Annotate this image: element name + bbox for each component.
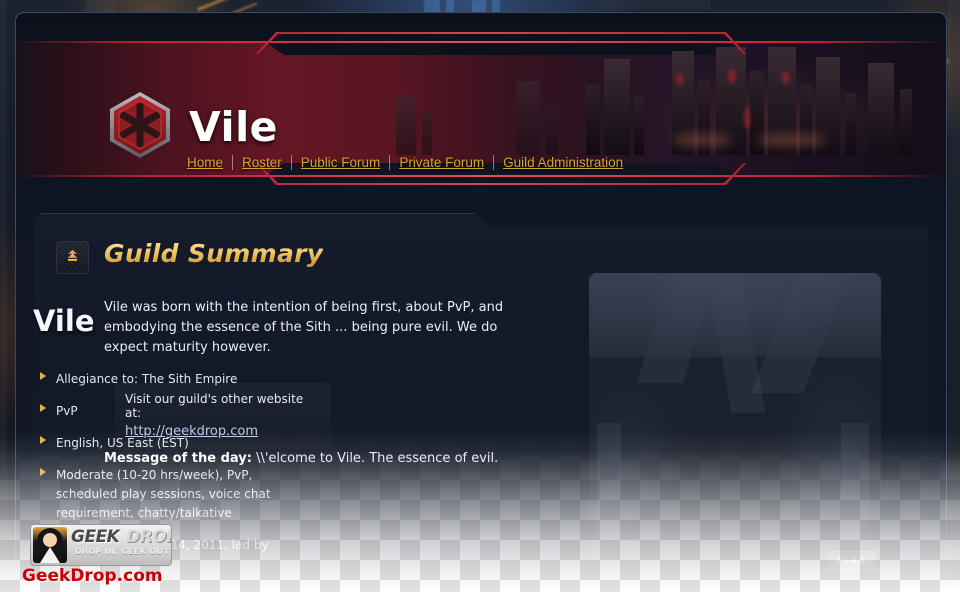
website-screenshot: Vile Home Roster Public Forum Private Fo… [0,0,960,592]
fact-text: PvP [56,404,78,418]
nav-link-private-forum[interactable]: Private Forum [399,155,484,170]
info-card-header [589,273,881,357]
list-item: English, US East (EST) [16,432,308,451]
nav-separator [232,155,234,170]
nav-link-home[interactable]: Home [187,155,223,170]
list-item: Allegiance to: The Sith Empire [16,368,308,387]
bullet-arrow-icon [40,468,46,476]
watermark-tagline: DROP IN, GEEK OUT [75,547,170,556]
bullet-arrow-icon [40,404,46,412]
nav-link-roster[interactable]: Roster [242,155,282,170]
collapse-section-button[interactable] [56,241,89,274]
sith-spires-left-artwork [396,47,576,155]
fact-text: English, US East (EST) [56,436,189,450]
sith-city-artwork [576,47,946,155]
bullet-arrow-icon [40,372,46,380]
bullet-arrow-icon [40,436,46,444]
nav-separator [290,155,292,170]
flag-button[interactable]: FLAG [829,551,875,570]
banner-top-edge [16,41,946,43]
list-item: PvP [16,400,308,419]
fact-text: Allegiance to: The Sith Empire [56,372,238,386]
watermark-url: GeekDrop.com [22,566,163,586]
guild-name-title: Vile [189,103,278,151]
list-item: Moderate (10-20 hrs/week), PvP, schedule… [16,464,308,521]
nav-separator [493,155,495,170]
watermark-word-geek: GEEK [71,527,120,547]
sith-empire-emblem-icon [104,89,176,161]
nav-link-guild-administration[interactable]: Guild Administration [503,155,623,170]
info-card-title: Vile [33,304,95,338]
geekdrop-watermark: GEEK DROP DROP IN, GEEK OUT GeekDrop.com [22,524,172,586]
geekdrop-logo-badge: GEEK DROP DROP IN, GEEK OUT [30,524,172,566]
site-frame: Vile Home Roster Public Forum Private Fo… [15,12,947,582]
guild-summary-text: Vile was born with the intention of bein… [104,300,504,355]
nav-separator [389,155,391,170]
fact-text: Moderate (10-20 hrs/week), PvP, schedule… [56,468,271,520]
collapse-up-arrow-icon [65,248,80,267]
banner-bottom-edge [16,175,946,177]
watermark-word-drop: DROP [126,527,171,547]
page-title: Guild Summary [104,239,324,268]
main-navigation: Home Roster Public Forum Private Forum G… [187,155,623,170]
nav-link-public-forum[interactable]: Public Forum [301,155,381,170]
guild-info-card [589,273,881,563]
geekdrop-mascot-icon [33,527,67,563]
guild-banner: Vile Home Roster Public Forum Private Fo… [16,32,946,185]
